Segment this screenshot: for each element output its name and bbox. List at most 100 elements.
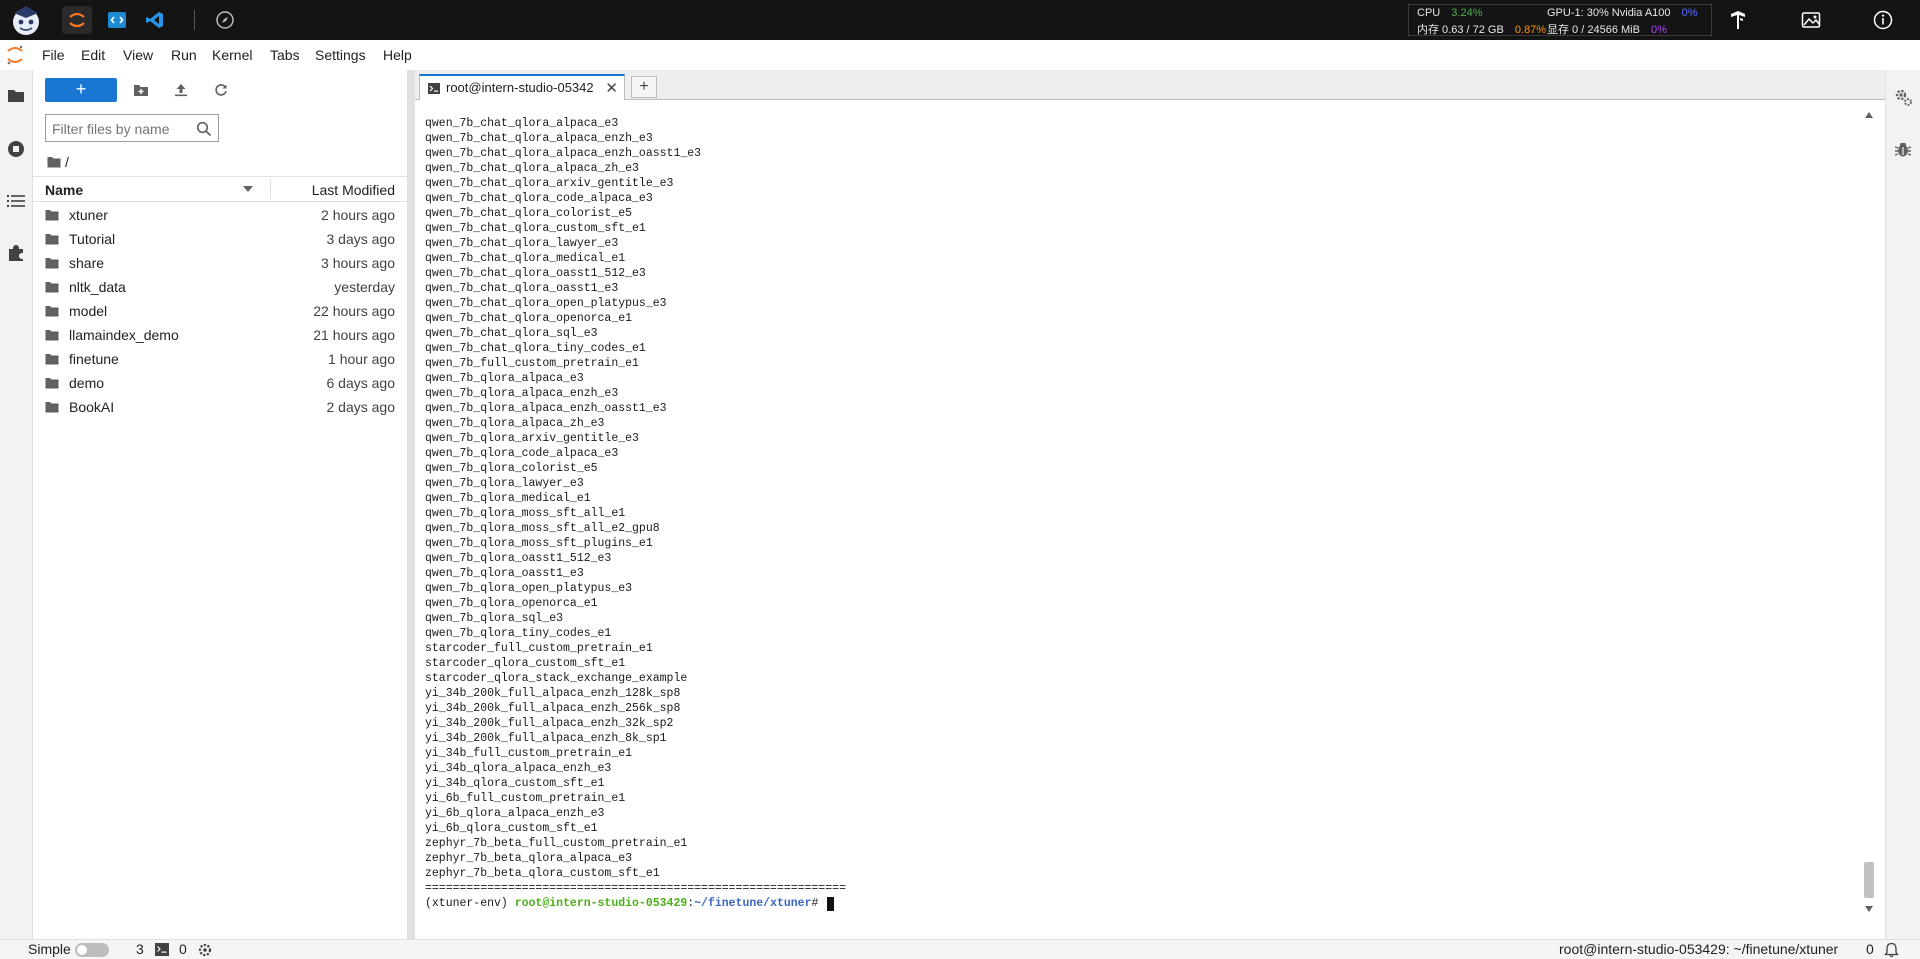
prompt-separator: : [687, 897, 695, 910]
refresh-icon[interactable] [211, 80, 231, 100]
terminal-line: qwen_7b_qlora_medical_e1 [425, 492, 591, 505]
jupyter-logo-icon [6, 45, 24, 65]
file-row-model[interactable]: model 22 hours ago [33, 300, 407, 324]
upload-icon[interactable] [171, 80, 191, 100]
file-name: llamaindex_demo [69, 327, 179, 343]
jupyter-app-icon[interactable] [62, 6, 92, 34]
folder-icon [45, 258, 59, 269]
terminal-line: qwen_7b_qlora_tiny_codes_e1 [425, 627, 612, 640]
new-folder-icon[interactable] [131, 80, 151, 100]
platform-logo[interactable] [8, 3, 44, 37]
current-terminal-path: root@intern-studio-053429: ~/finetune/xt… [1559, 941, 1839, 957]
tab-close-icon[interactable]: ✕ [605, 79, 618, 97]
terminal-line: yi_34b_200k_full_alpaca_enzh_128k_sp8 [425, 687, 681, 700]
code-editor-app-icon[interactable] [102, 6, 132, 34]
prompt-path: ~/finetune/xtuner [694, 897, 812, 910]
file-row-tutorial[interactable]: Tutorial 3 days ago [33, 228, 407, 252]
terminal-panel[interactable]: qwen_7b_chat_qlora_alpaca_e3 qwen_7b_chat… [415, 100, 1885, 920]
name-column-header[interactable]: Name [45, 182, 83, 198]
root-folder-icon[interactable] [47, 156, 61, 168]
file-row-finetune[interactable]: finetune 1 hour ago [33, 348, 407, 372]
prompt-env: (xtuner-env) [425, 897, 515, 910]
terminal-count-icon[interactable] [155, 943, 169, 956]
file-browser-panel: + / Name Last Modified xtuner 2 hours ag… [33, 70, 407, 939]
terminal-line: qwen_7b_chat_qlora_alpaca_e3 [425, 117, 619, 130]
filter-files-input[interactable] [52, 119, 192, 139]
file-name: share [69, 255, 105, 271]
terminal-line: zephyr_7b_beta_qlora_custom_sft_e1 [425, 867, 660, 880]
terminal-line: yi_6b_full_custom_pretrain_e1 [425, 792, 626, 805]
vram-value: 0% [1651, 24, 1667, 36]
scroll-down-arrow-icon[interactable] [1865, 906, 1873, 912]
terminal-line: zephyr_7b_beta_qlora_alpaca_e3 [425, 852, 633, 865]
compass-app-icon[interactable] [210, 6, 240, 34]
debugger-bug-icon[interactable] [1892, 138, 1914, 160]
file-row-bookai[interactable]: BookAI 2 days ago [33, 396, 407, 420]
kernel-count[interactable]: 3 [136, 941, 144, 957]
terminal-line: qwen_7b_qlora_open_platypus_e3 [425, 582, 633, 595]
terminal-line: qwen_7b_qlora_moss_sft_all_e2_gpu8 [425, 522, 660, 535]
table-of-contents-tab-icon[interactable] [5, 190, 27, 212]
terminal-line: qwen_7b_chat_qlora_colorist_e5 [425, 207, 633, 220]
breadcrumb-root[interactable]: / [65, 154, 69, 170]
tensorflow-icon[interactable] [1726, 8, 1750, 32]
file-name: xtuner [69, 207, 108, 223]
terminal-line: qwen_7b_chat_qlora_tiny_codes_e1 [425, 342, 646, 355]
kernel-status-gear-icon[interactable] [198, 943, 212, 957]
file-browser-tab-icon[interactable] [5, 84, 27, 106]
terminal-line: qwen_7b_qlora_lawyer_e3 [425, 477, 584, 490]
last-modified-column-header[interactable]: Last Modified [312, 182, 395, 198]
vscode-app-icon[interactable] [140, 6, 170, 34]
terminal-line: qwen_7b_chat_qlora_open_platypus_e3 [425, 297, 667, 310]
terminal-line: qwen_7b_chat_qlora_custom_sft_e1 [425, 222, 646, 235]
new-tab-button[interactable]: + [631, 76, 657, 98]
menu-tabs[interactable]: Tabs [270, 47, 300, 63]
terminal-line: qwen_7b_chat_qlora_lawyer_e3 [425, 237, 619, 250]
file-name: nltk_data [69, 279, 126, 295]
property-inspector-gear-icon[interactable] [1892, 86, 1914, 108]
terminal-icon [428, 83, 440, 94]
scroll-up-arrow-icon[interactable] [1865, 112, 1873, 118]
extension-manager-tab-icon[interactable] [5, 242, 27, 264]
sort-caret-icon[interactable] [243, 186, 253, 192]
info-icon[interactable] [1871, 8, 1895, 32]
menu-view[interactable]: View [123, 47, 153, 63]
terminal-line: qwen_7b_qlora_oasst1_512_e3 [425, 552, 612, 565]
menu-kernel[interactable]: Kernel [212, 47, 252, 63]
scrollbar-thumb[interactable] [1864, 862, 1874, 898]
simple-mode-toggle[interactable] [75, 943, 109, 957]
menu-help[interactable]: Help [383, 47, 412, 63]
notification-bell-icon[interactable] [1884, 942, 1899, 958]
file-row-nltk-data[interactable]: nltk_data yesterday [33, 276, 407, 300]
menu-edit[interactable]: Edit [81, 47, 105, 63]
image-settings-icon[interactable] [1799, 8, 1823, 32]
menu-file[interactable]: File [42, 47, 65, 63]
document-tab-bar: root@intern-studio-05342 ✕ + [415, 70, 1885, 100]
terminal-line: qwen_7b_chat_qlora_code_alpaca_e3 [425, 192, 653, 205]
terminal-line: qwen_7b_chat_qlora_oasst1_512_e3 [425, 267, 646, 280]
file-row-demo[interactable]: demo 6 days ago [33, 372, 407, 396]
running-sessions-tab-icon[interactable] [5, 138, 27, 160]
terminal-scrollbar[interactable] [1862, 108, 1874, 916]
file-row-llamaindex-demo[interactable]: llamaindex_demo 21 hours ago [33, 324, 407, 348]
cpu-label: CPU [1417, 7, 1441, 19]
tab-terminal[interactable]: root@intern-studio-05342 ✕ [419, 74, 625, 100]
terminal-line: yi_34b_qlora_custom_sft_e1 [425, 777, 605, 790]
terminal-line: ========================================… [425, 882, 846, 895]
folder-icon [45, 378, 59, 389]
menu-run[interactable]: Run [171, 47, 197, 63]
cpu-value: 3.24% [1451, 7, 1483, 19]
file-row-xtuner[interactable]: xtuner 2 hours ago [33, 204, 407, 228]
file-modified: 21 hours ago [313, 327, 395, 343]
panel-splitter[interactable] [407, 70, 415, 939]
new-launcher-button[interactable]: + [45, 78, 117, 102]
folder-icon [45, 402, 59, 413]
file-modified: 2 hours ago [321, 207, 395, 223]
terminal-line: yi_34b_200k_full_alpaca_enzh_32k_sp2 [425, 717, 674, 730]
terminal-count[interactable]: 0 [179, 941, 187, 957]
file-row-share[interactable]: share 3 hours ago [33, 252, 407, 276]
column-divider[interactable] [270, 179, 271, 199]
terminal-prompt[interactable]: (xtuner-env) root@intern-studio-053429 :… [425, 896, 835, 911]
terminal-line: qwen_7b_qlora_arxiv_gentitle_e3 [425, 432, 639, 445]
menu-settings[interactable]: Settings [315, 47, 366, 63]
